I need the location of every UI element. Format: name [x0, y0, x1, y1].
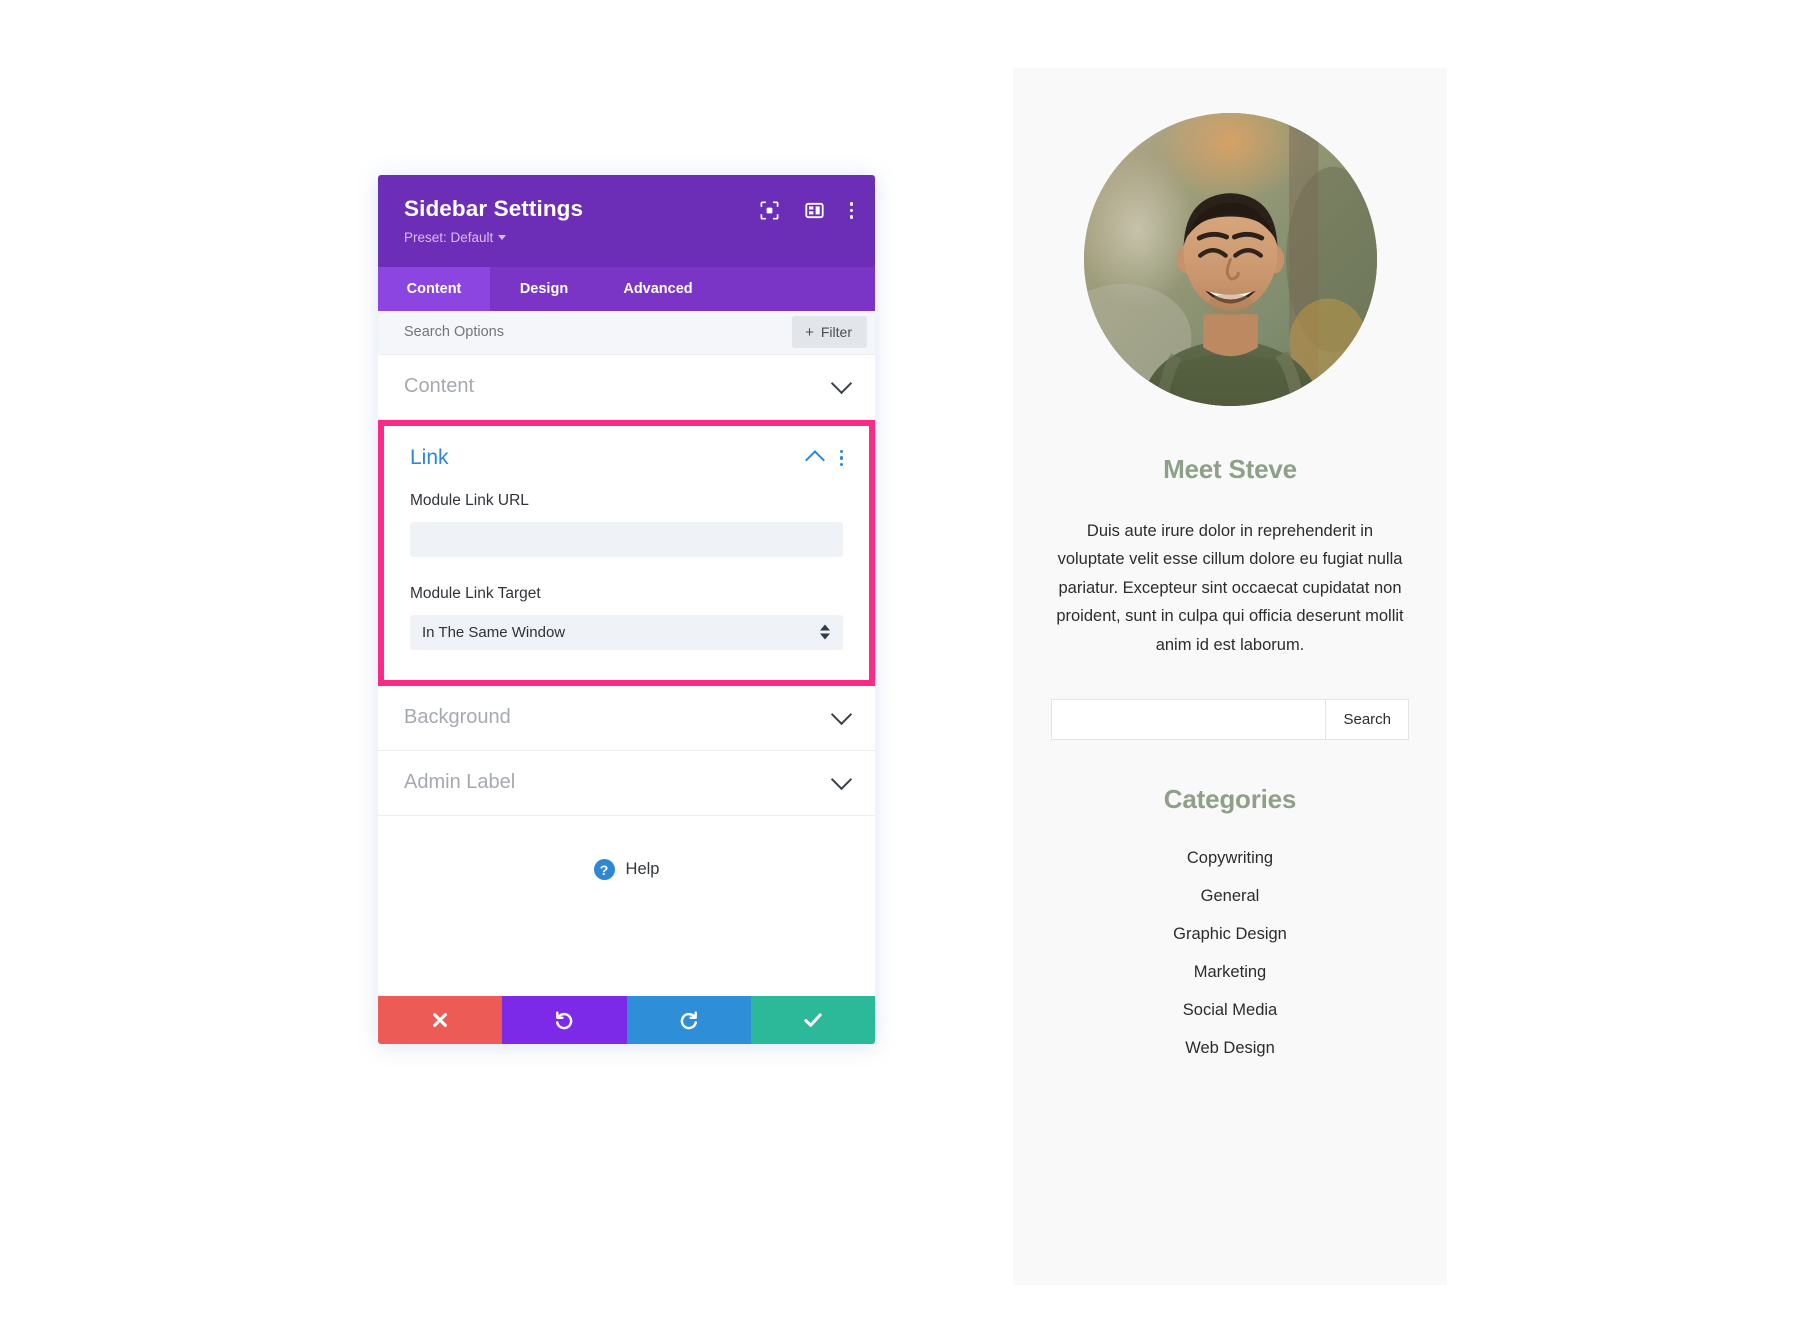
category-link[interactable]: Marketing: [1051, 963, 1409, 982]
modal-header: Sidebar Settings Preset: Default: [378, 175, 875, 267]
close-x-icon: [433, 1012, 448, 1027]
module-link-target-label: Module Link Target: [410, 584, 541, 602]
search-options-input[interactable]: [404, 324, 793, 341]
preview-heading: Meet Steve: [1163, 454, 1297, 484]
section-link-label: Link: [410, 445, 449, 469]
cancel-button[interactable]: [378, 995, 503, 1044]
undo-button[interactable]: [502, 995, 627, 1044]
redo-button[interactable]: [626, 995, 751, 1044]
sidebar-preview-panel: Meet Steve Duis aute irure dolor in repr…: [1013, 68, 1447, 1285]
module-link-target-select[interactable]: In The Same WindowIn The New Tab: [410, 614, 843, 650]
section-link-header[interactable]: Link: [410, 445, 843, 471]
modal-tab-bar: Content Design Advanced: [378, 266, 875, 311]
list-item: Copywriting: [1051, 849, 1409, 868]
module-link-url-label: Module Link URL: [410, 491, 529, 509]
list-item: Graphic Design: [1051, 925, 1409, 944]
list-item: Social Media: [1051, 1001, 1409, 1020]
tab-content[interactable]: Content: [378, 266, 490, 311]
screen-canvas: Sidebar Settings Preset: Default Content…: [0, 0, 1800, 1334]
focus-target-icon[interactable]: [760, 201, 779, 220]
undo-icon: [556, 1011, 573, 1029]
help-button[interactable]: ? Help: [378, 816, 875, 924]
chevron-up-icon[interactable]: [804, 450, 825, 471]
save-button[interactable]: [750, 995, 875, 1044]
more-options-icon[interactable]: [849, 202, 853, 219]
header-icon-group: [760, 201, 853, 220]
list-item: Web Design: [1051, 1039, 1409, 1058]
help-label: Help: [625, 860, 660, 879]
modal-action-bar: [378, 995, 875, 1044]
field-module-link-target: Module Link Target In The Same WindowIn …: [410, 585, 843, 650]
chevron-down-icon: [830, 704, 853, 726]
chevron-down-icon: [830, 769, 853, 791]
field-module-link-url: Module Link URL: [410, 492, 843, 557]
search-input[interactable]: [1051, 698, 1326, 740]
preset-label: Preset: Default: [404, 229, 494, 245]
check-icon: [804, 1013, 822, 1027]
sidebar-settings-modal: Sidebar Settings Preset: Default Content…: [378, 175, 875, 1044]
category-link[interactable]: General: [1051, 887, 1409, 906]
section-link-more-icon[interactable]: [839, 449, 843, 466]
list-item: Marketing: [1051, 963, 1409, 982]
preview-search-widget: Search: [1051, 698, 1409, 740]
redo-icon: [680, 1011, 697, 1029]
panel-layout-icon[interactable]: [804, 201, 824, 220]
category-list: Copywriting General Graphic Design Marketin…: [1051, 849, 1409, 1058]
section-content[interactable]: Content: [378, 354, 875, 420]
portrait-illustration: [1083, 113, 1377, 406]
chevron-down-icon: [830, 373, 853, 395]
vertical-dots: [849, 202, 853, 219]
category-link[interactable]: Graphic Design: [1051, 925, 1409, 944]
section-link: Link Module Link URL Module Link Target …: [378, 419, 875, 686]
section-background[interactable]: Background: [378, 685, 875, 751]
avatar-wrapper: [1051, 113, 1409, 406]
chevron-down-icon: [498, 234, 507, 240]
tab-design[interactable]: Design: [490, 267, 598, 311]
category-link[interactable]: Social Media: [1051, 1001, 1409, 1020]
plus-icon: +: [805, 323, 814, 341]
search-button[interactable]: Search: [1325, 698, 1409, 740]
avatar: [1083, 113, 1377, 406]
category-link[interactable]: Copywriting: [1051, 849, 1409, 868]
section-background-label: Background: [404, 706, 511, 729]
filter-button[interactable]: + Filter: [792, 316, 867, 349]
modal-body-spacer: [378, 923, 875, 996]
category-link[interactable]: Web Design: [1051, 1039, 1409, 1058]
search-options-row: + Filter: [378, 310, 875, 355]
preview-paragraph: Duis aute irure dolor in reprehenderit i…: [1056, 522, 1404, 654]
tab-advanced[interactable]: Advanced: [598, 267, 718, 311]
section-content-label: Content: [404, 375, 475, 398]
preset-selector[interactable]: Preset: Default: [404, 229, 507, 245]
module-link-url-input[interactable]: [410, 521, 843, 557]
section-admin-label[interactable]: Admin Label: [378, 750, 875, 816]
categories-heading: Categories: [1163, 783, 1297, 814]
section-admin-label-label: Admin Label: [404, 771, 516, 794]
filter-button-label: Filter: [820, 324, 852, 341]
list-item: General: [1051, 887, 1409, 906]
help-question-icon: ?: [593, 859, 615, 881]
